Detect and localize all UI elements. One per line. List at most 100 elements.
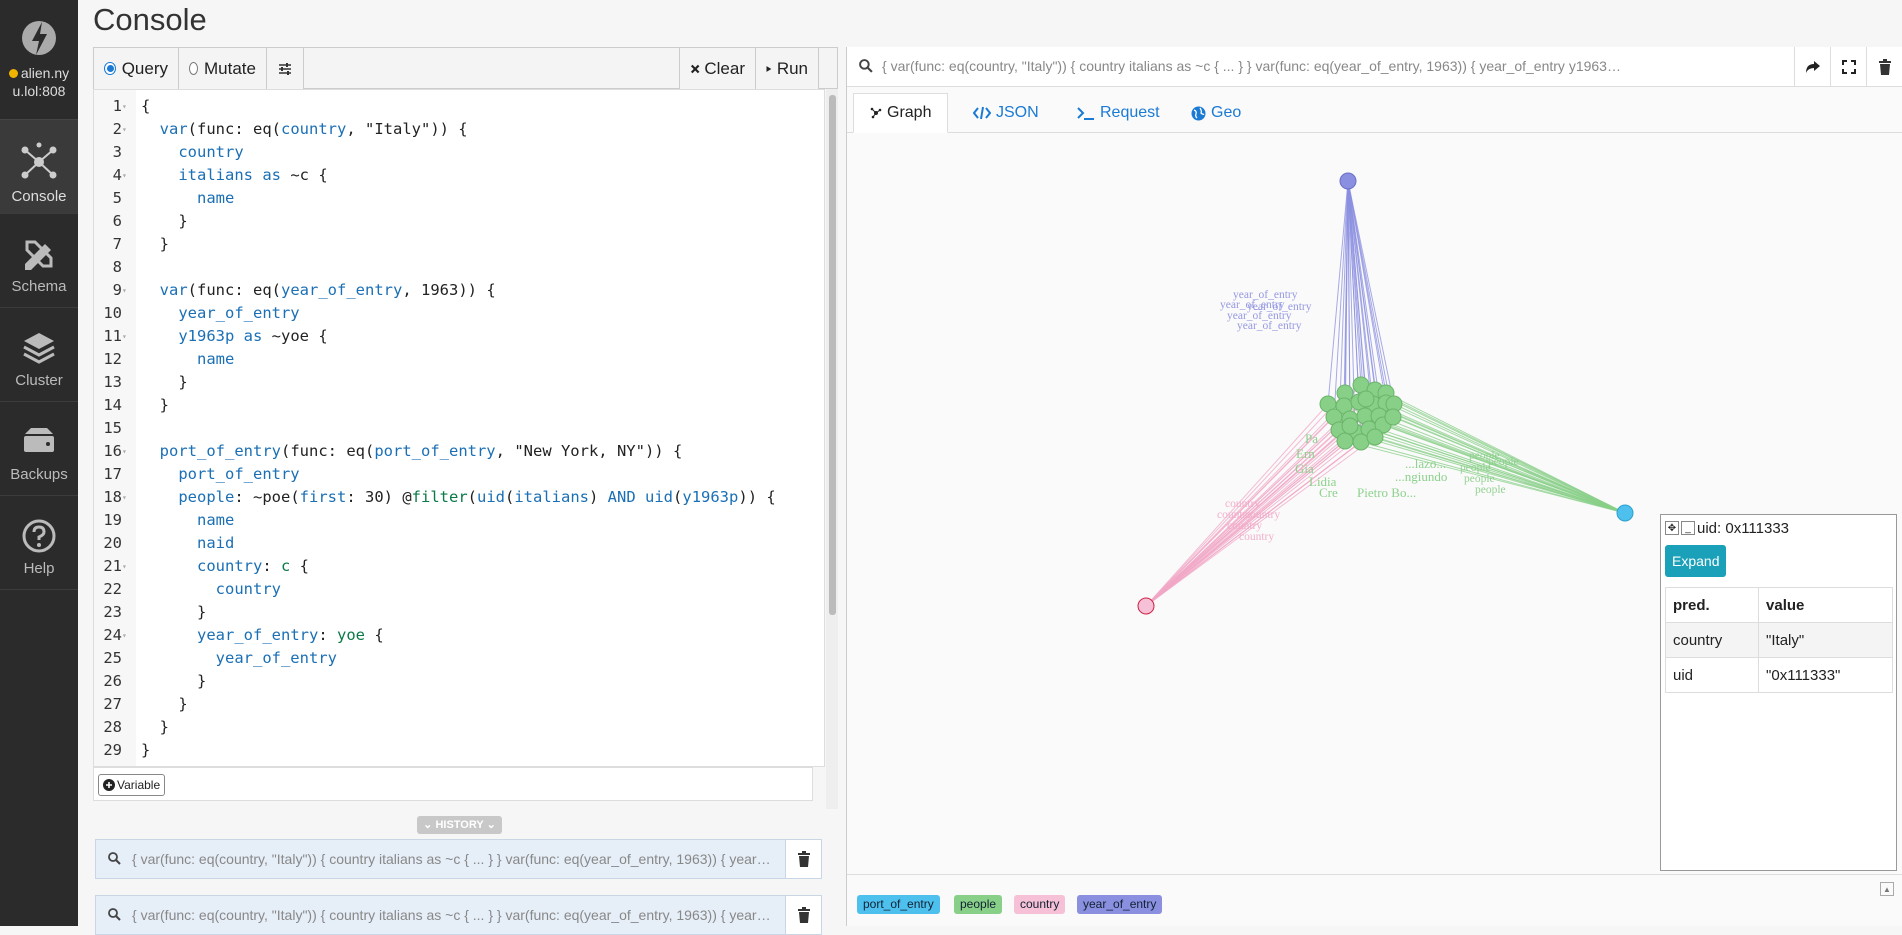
fold-arrow-icon[interactable]: ▾ [122,279,132,302]
line-number: 7 [112,235,122,253]
code-text: } [141,718,169,736]
line-number: 10 [103,304,122,322]
line-number: 11 [103,327,122,345]
code-line: 8 [94,256,122,279]
sidebar-item-backups[interactable]: Backups [0,402,78,496]
expand-node-button[interactable]: Expand [1665,545,1727,577]
inspector-table: pred. value country "Italy" uid "0x11133… [1664,587,1893,693]
year-of-entry-node[interactable] [1339,172,1357,190]
history-item-text: { var(func: eq(country, "Italy")) { coun… [132,907,772,923]
code-text: port_of_entry(func: eq(port_of_entry, "N… [159,442,683,460]
layers-icon [23,333,55,364]
tab-json[interactable]: JSON [957,93,1055,133]
mutate-mode-radio[interactable]: Mutate [179,48,267,89]
code-line: 10 year_of_entry [94,302,299,325]
share-button[interactable] [1794,47,1830,87]
move-icon[interactable]: ✥ [1665,521,1679,535]
country-node[interactable] [1137,597,1155,615]
server-address[interactable]: alien.ny u.lol:808 [0,64,78,100]
code-line: 15 [94,417,122,440]
person-node[interactable] [1341,417,1359,435]
editor-scrollbar-thumb[interactable] [829,95,836,615]
sidebar-item-console[interactable]: Console [0,120,78,214]
line-number: 22 [103,580,122,598]
line-number: 5 [112,189,122,207]
clear-button[interactable]: Clear [679,48,756,89]
code-line: 5 name [94,187,235,210]
code-text: } [141,396,169,414]
line-number: 21 [103,557,122,575]
fold-arrow-icon[interactable]: ▾ [122,486,132,509]
fold-arrow-icon[interactable]: ▾ [122,164,132,187]
fullscreen-button[interactable] [1830,47,1866,87]
code-text: country [178,143,244,161]
panel-divider[interactable] [838,47,846,926]
code-line: 25 year_of_entry [94,647,337,670]
table-row: uid "0x111333" [1664,657,1893,693]
code-line: 1▾ { [94,95,151,118]
minimize-icon[interactable]: _ [1681,521,1695,535]
sidebar-item-cluster[interactable]: Cluster [0,308,78,402]
delete-frame-button[interactable] [1866,47,1902,87]
person-node[interactable] [1366,428,1384,446]
query-mode-radio[interactable]: Query [94,48,179,89]
code-line: 20 naid [94,532,234,555]
line-number: 2 [112,120,122,138]
sliders-icon [279,62,291,75]
run-button[interactable]: Run [756,48,819,89]
person-node[interactable] [1384,408,1402,426]
delete-history-button[interactable] [785,840,821,878]
fold-arrow-icon[interactable]: ▾ [122,95,132,118]
search-icon [859,59,873,73]
fold-arrow-icon[interactable]: ▾ [122,440,132,463]
line-number: 20 [103,534,122,552]
inspector-header: ✥ _ uid: 0x111333 [1665,519,1789,537]
globe-icon [1191,106,1206,121]
line-number: 1 [112,97,122,115]
fold-arrow-icon[interactable]: ▾ [122,325,132,348]
inspector-title: uid: 0x111333 [1697,519,1790,537]
tab-request[interactable]: Request [1061,93,1176,133]
legend-year-of-entry: year_of_entry [1077,895,1163,914]
person-node[interactable] [1336,432,1354,450]
edge-label-year: year_of_entry [1237,320,1302,332]
fold-arrow-icon[interactable]: ▾ [122,624,132,647]
page-title: Console [93,2,207,37]
code-line: 13 } [94,371,187,394]
code-text: { [141,97,151,115]
line-number: 15 [103,419,122,437]
code-line: 16▾ port_of_entry(func: eq(port_of_entry… [94,440,682,463]
radio-checked-icon [104,62,116,75]
logo-area: alien.ny u.lol:808 [0,0,78,120]
plus-circle-icon [103,779,115,791]
code-text: country [215,580,281,598]
fold-arrow-icon[interactable]: ▾ [122,555,132,578]
history-item[interactable]: { var(func: eq(country, "Italy")) { coun… [95,839,822,879]
editor-scrollbar[interactable] [826,89,838,809]
code-text: } [141,212,188,230]
query-options-button[interactable] [267,48,304,89]
sidebar-item-help[interactable]: Help [0,496,78,590]
code-text: italians as ~c { [178,166,328,184]
line-number: 28 [103,718,122,736]
legend-toggle-button[interactable]: ▲ [1880,882,1894,896]
history-toggle[interactable]: ⌄ HISTORY ⌄ [417,816,502,834]
code-text: port_of_entry [178,465,300,483]
fold-arrow-icon[interactable]: ▾ [122,118,132,141]
port-of-entry-node[interactable] [1616,504,1634,522]
tab-geo[interactable]: Geo [1175,93,1257,133]
terminal-icon [1077,106,1095,120]
chevron-down-icon: ⌄ [483,819,496,831]
sidebar-item-schema[interactable]: Schema [0,214,78,308]
result-query-text[interactable]: { var(func: eq(country, "Italy")) { coun… [882,47,1622,85]
history-item[interactable]: { var(func: eq(country, "Italy")) { coun… [95,895,822,935]
code-line: 14 } [94,394,169,417]
question-icon [22,519,56,553]
code-editor[interactable]: 1▾{2▾ var(func: eq(country, "Italy")) {3… [93,89,825,767]
add-variable-button[interactable]: Variable [98,774,166,796]
tab-graph[interactable]: Graph [853,93,949,133]
line-number: 25 [103,649,122,667]
person-node[interactable] [1357,390,1375,408]
radio-unchecked-icon [189,62,199,75]
delete-history-button[interactable] [785,896,821,934]
